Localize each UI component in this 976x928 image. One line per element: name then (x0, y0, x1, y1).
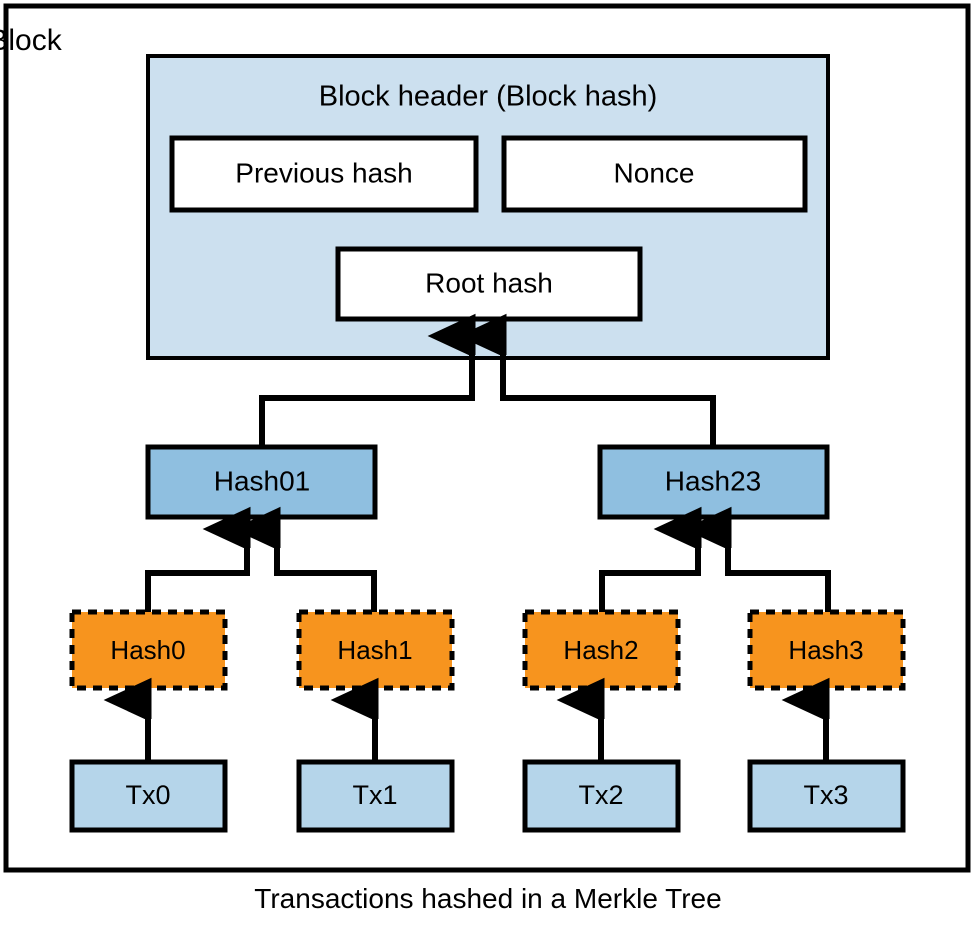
tx0-label: Tx0 (125, 780, 170, 810)
block-label: Block (0, 24, 63, 57)
hash0-label: Hash0 (110, 635, 185, 665)
tx1-label: Tx1 (352, 780, 397, 810)
diagram-caption: Transactions hashed in a Merkle Tree (254, 883, 721, 914)
merkle-tree-diagram: Block Block header (Block hash) Previous… (0, 0, 976, 928)
tx3-label: Tx3 (803, 780, 848, 810)
root-hash-label: Root hash (425, 267, 553, 298)
diagram-canvas: Block Block header (Block hash) Previous… (0, 3, 971, 914)
block-header-title: Block header (Block hash) (319, 81, 658, 113)
previous-hash-label: Previous hash (235, 157, 412, 188)
hash01-label: Hash01 (214, 465, 311, 496)
hash1-label: Hash1 (337, 635, 412, 665)
tx2-label: Tx2 (578, 780, 623, 810)
hash2-label: Hash2 (563, 635, 638, 665)
nonce-label: Nonce (614, 157, 695, 188)
hash3-label: Hash3 (788, 635, 863, 665)
hash23-label: Hash23 (665, 465, 762, 496)
